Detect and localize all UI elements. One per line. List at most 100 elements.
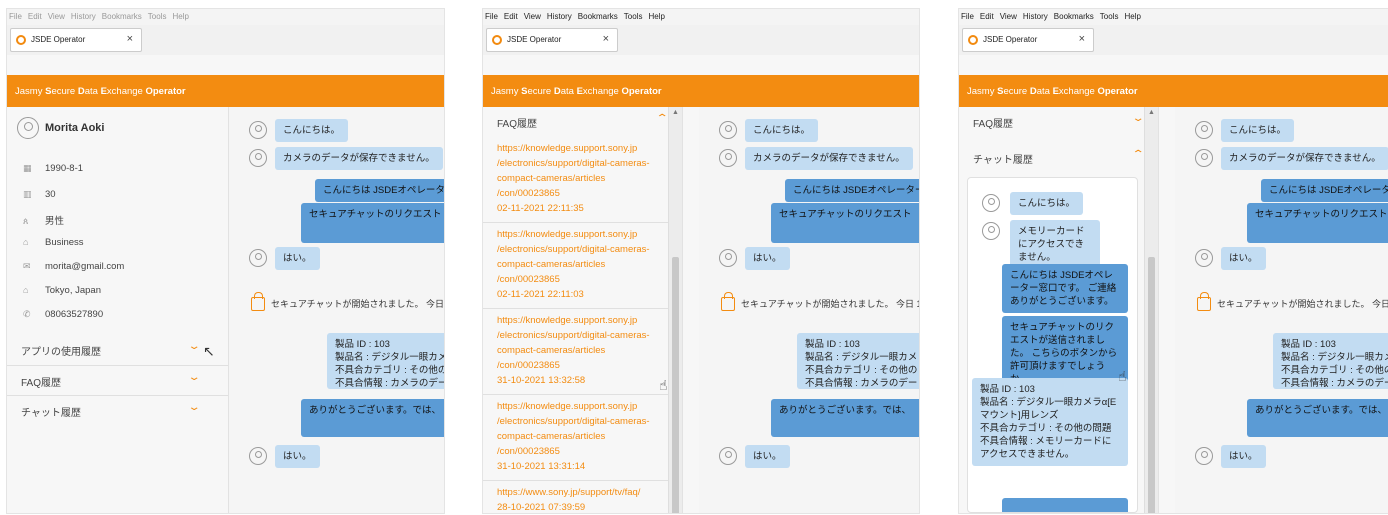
app-title-part: ecure xyxy=(1003,86,1030,97)
faq-link-line[interactable]: /con/00023865 xyxy=(497,272,658,287)
briefcase-icon: ⌂ xyxy=(23,237,29,247)
app-title-part: ata xyxy=(1036,86,1053,97)
product-form-message: 製品 ID : 103 製品名 : デジタル一眼カメ 不具合カテゴリ : その他の不… xyxy=(1273,333,1388,389)
chat-message: はい。 xyxy=(275,247,320,270)
faq-link-line[interactable]: https://knowledge.support.sony.jp xyxy=(497,141,658,156)
menu-tools[interactable]: Tools xyxy=(1100,12,1119,21)
faq-link-line[interactable]: /electronics/support/digital-cameras- xyxy=(497,414,658,429)
faq-timestamp: 02-11-2021 22:11:35 xyxy=(497,203,584,214)
browser-tab[interactable]: JSDE Operator × xyxy=(10,28,142,52)
menu-help[interactable]: Help xyxy=(648,12,664,21)
history-message: こんにちは。 xyxy=(1010,192,1084,215)
faq-link-line[interactable]: /electronics/support/digital-cameras- xyxy=(497,242,658,257)
faq-history-item[interactable]: https://knowledge.support.sony.jp/electr… xyxy=(483,137,668,223)
chat-message: ありがとうございます。では、 xyxy=(771,399,919,437)
close-icon[interactable]: × xyxy=(127,33,133,45)
browser-tab[interactable]: JSDE Operator × xyxy=(962,28,1094,52)
accordion-faq-history[interactable]: FAQ履歴 ⌄ xyxy=(7,365,228,395)
scroll-up-icon[interactable]: ▲ xyxy=(1148,109,1155,116)
user-avatar-icon xyxy=(249,447,267,465)
menu-edit[interactable]: Edit xyxy=(504,12,518,21)
menu-file[interactable]: File xyxy=(9,12,22,21)
menu-view[interactable]: View xyxy=(48,12,65,21)
cursor-icon: ☝ xyxy=(1118,368,1127,384)
tab-title: JSDE Operator xyxy=(507,35,562,44)
faq-link-line[interactable]: compact-cameras/articles xyxy=(497,343,658,358)
sidebar-scrollbar[interactable]: ▲ xyxy=(668,107,682,513)
scrollbar-thumb[interactable] xyxy=(1148,257,1155,513)
accordion-app-history[interactable]: アプリの使用履歴 ⌄ xyxy=(7,335,228,365)
app-title-part: Operator xyxy=(621,86,662,97)
faq-link-line[interactable]: compact-cameras/articles xyxy=(497,429,658,444)
info-gender: ጰ 男性 xyxy=(23,216,65,227)
app-title-part: ecure xyxy=(527,86,554,97)
app-header: Jasmy Secure Data Exchange Operator xyxy=(483,75,919,107)
chat-message: こんにちは JSDEオペレーター xyxy=(315,179,444,202)
accordion-faq-history[interactable]: FAQ履歴 ⌄ xyxy=(959,107,1158,137)
menu-view[interactable]: View xyxy=(524,12,541,21)
chevron-down-icon: ⌄ xyxy=(187,402,201,413)
profile-header: Morita Aoki xyxy=(17,117,105,139)
menu-bookmarks[interactable]: Bookmarks xyxy=(102,12,142,21)
faq-history-item[interactable]: https://knowledge.support.sony.jp/electr… xyxy=(483,309,668,395)
phone-icon: ✆ xyxy=(23,309,31,319)
tab-strip: JSDE Operator × xyxy=(7,25,444,55)
menu-edit[interactable]: Edit xyxy=(28,12,42,21)
faq-link-line[interactable]: /electronics/support/digital-cameras- xyxy=(497,156,658,171)
faq-link-line[interactable]: /con/00023865 xyxy=(497,358,658,373)
tab-strip: JSDE Operator × xyxy=(483,25,919,55)
browser-tab[interactable]: JSDE Operator × xyxy=(486,28,618,52)
cursor-icon: ↖ xyxy=(203,343,215,359)
menu-edit[interactable]: Edit xyxy=(980,12,994,21)
close-icon[interactable]: × xyxy=(1079,33,1085,45)
faq-link-line[interactable]: https://knowledge.support.sony.jp xyxy=(497,313,658,328)
faq-link-line[interactable]: /con/00023865 xyxy=(497,444,658,459)
history-message: メモリーカードにアクセスできません。 xyxy=(1010,220,1100,269)
menu-bookmarks[interactable]: Bookmarks xyxy=(1054,12,1094,21)
secure-chat-notice: セキュアチャットが開始されました。 今日 19: xyxy=(271,299,444,309)
faq-timestamp: 31-10-2021 13:31:14 xyxy=(497,461,586,472)
chat-message: はい。 xyxy=(1221,445,1266,468)
accordion-chat-history[interactable]: チャット履歴 ⌄ xyxy=(7,395,228,425)
menu-tools[interactable]: Tools xyxy=(148,12,167,21)
menu-file[interactable]: File xyxy=(485,12,498,21)
menu-history[interactable]: History xyxy=(1023,12,1048,21)
tab-strip: JSDE Operator × xyxy=(959,25,1388,55)
faq-timestamp: 28-10-2021 07:39:59 xyxy=(497,502,586,513)
faq-link-line[interactable]: /electronics/support/digital-cameras- xyxy=(497,328,658,343)
chat-message: ありがとうございます。では、 xyxy=(1247,399,1388,437)
accordion-faq-history[interactable]: FAQ履歴 ⌃ xyxy=(483,107,682,137)
faq-link-line[interactable]: https://knowledge.support.sony.jp xyxy=(497,227,658,242)
menu-help[interactable]: Help xyxy=(172,12,188,21)
menu-view[interactable]: View xyxy=(1000,12,1017,21)
faq-link-line[interactable]: compact-cameras/articles xyxy=(497,257,658,272)
menu-tools[interactable]: Tools xyxy=(624,12,643,21)
scroll-up-icon[interactable]: ▲ xyxy=(672,109,679,116)
chevron-down-icon: ⌄ xyxy=(187,372,201,383)
chat-message: はい。 xyxy=(1221,247,1266,270)
faq-link-line[interactable]: https://knowledge.support.sony.jp xyxy=(497,399,658,414)
menu-help[interactable]: Help xyxy=(1124,12,1140,21)
faq-link-line[interactable]: compact-cameras/articles xyxy=(497,171,658,186)
close-icon[interactable]: × xyxy=(603,33,609,45)
faq-link-line[interactable]: /con/00023865 xyxy=(497,186,658,201)
app-title-part: ecure xyxy=(51,86,78,97)
scrollbar-thumb[interactable] xyxy=(672,257,679,513)
sidebar-scrollbar[interactable]: ▲ xyxy=(1144,107,1158,513)
faq-history-item[interactable]: https://www.sony.jp/support/tv/faq/28-10… xyxy=(483,481,668,513)
faq-history-item[interactable]: https://knowledge.support.sony.jp/electr… xyxy=(483,223,668,309)
menu-history[interactable]: History xyxy=(71,12,96,21)
user-avatar-icon xyxy=(719,447,737,465)
user-avatar-icon xyxy=(982,194,1000,212)
tab-title: JSDE Operator xyxy=(983,35,1038,44)
gender-icon: ጰ xyxy=(23,216,29,226)
faq-history-item[interactable]: https://knowledge.support.sony.jp/electr… xyxy=(483,395,668,481)
lock-icon xyxy=(1197,292,1211,311)
menu-file[interactable]: File xyxy=(961,12,974,21)
faq-link-line[interactable]: https://www.sony.jp/support/tv/faq/ xyxy=(497,485,658,500)
menu-bookmarks[interactable]: Bookmarks xyxy=(578,12,618,21)
info-age: ▥ 30 xyxy=(23,189,56,200)
chat-message: セキュアチャットのリクエスト xyxy=(771,203,919,243)
accordion-chat-history[interactable]: チャット履歴 ⌃ xyxy=(959,143,1158,173)
menu-history[interactable]: History xyxy=(547,12,572,21)
